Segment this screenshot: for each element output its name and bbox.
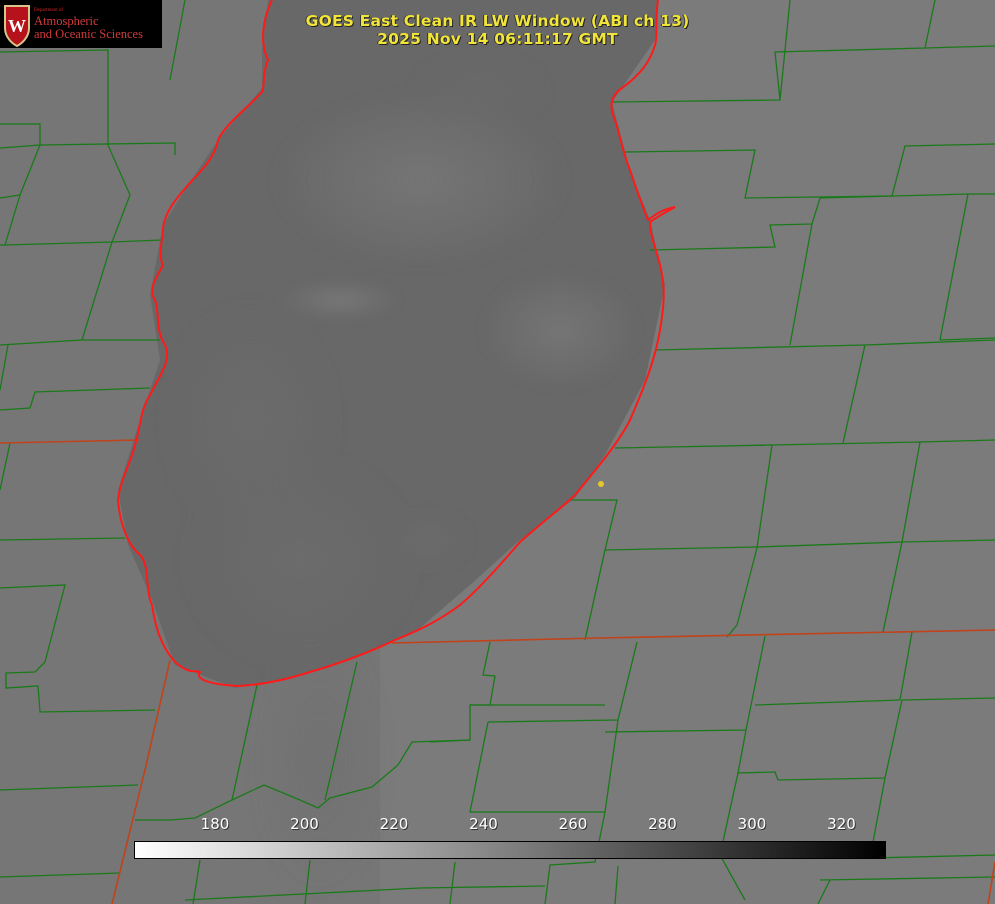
colorbar-tick-label: 240 bbox=[469, 815, 498, 833]
logo-dept-text: Department of bbox=[34, 8, 64, 13]
colorbar-tick-label: 220 bbox=[379, 815, 409, 833]
colorbar-tick-label: 200 bbox=[290, 815, 319, 833]
colorbar bbox=[134, 841, 886, 859]
colorbar-tick-label: 260 bbox=[558, 815, 588, 833]
timestamp-title: 2025 Nov 14 06:11:17 GMT bbox=[377, 30, 618, 48]
colorbar-tick-label: 280 bbox=[648, 815, 677, 833]
aos-logo[interactable]: W Department of Atmospheric and Oceanic … bbox=[0, 0, 162, 48]
product-title: GOES East Clean IR LW Window (ABI ch 13) bbox=[305, 12, 690, 30]
uw-crest-icon: W bbox=[4, 5, 30, 48]
svg-text:W: W bbox=[8, 16, 26, 36]
logo-line2: and Oceanic Sciences bbox=[34, 27, 143, 41]
satellite-ir-map[interactable] bbox=[0, 0, 995, 904]
colorbar-tick-label: 180 bbox=[200, 815, 230, 833]
city-marker[interactable] bbox=[598, 481, 604, 487]
colorbar-tick-label: 320 bbox=[827, 815, 856, 833]
colorbar-tick-label: 300 bbox=[737, 815, 767, 833]
